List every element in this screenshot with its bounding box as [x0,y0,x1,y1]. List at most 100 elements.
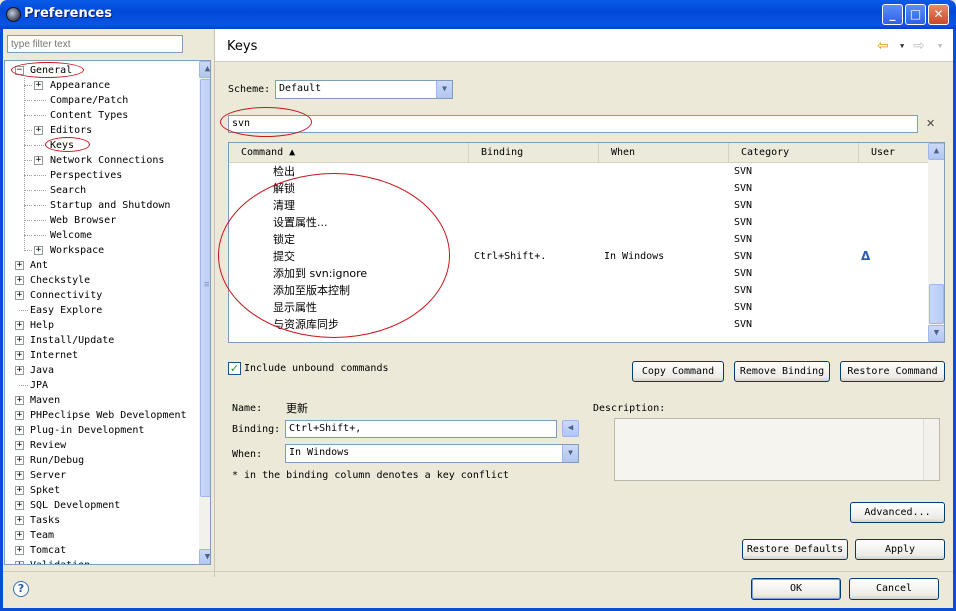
forward-arrow-icon[interactable]: ⇨ [913,38,925,54]
expand-icon[interactable]: + [15,411,24,420]
scroll-up-icon[interactable]: ▲ [199,61,210,78]
advanced-button[interactable]: Advanced... [850,502,945,523]
tree-item-content-types[interactable]: Content Types [5,108,195,123]
tree-item-search[interactable]: Search [5,183,195,198]
tree-item-team[interactable]: + Team [5,528,195,543]
tree-item-welcome[interactable]: Welcome [5,228,195,243]
filter-input[interactable] [7,35,183,53]
expand-icon[interactable]: + [15,456,24,465]
table-row[interactable]: 添加至版本控制 SVN [229,282,927,299]
column-binding[interactable]: Binding [469,143,599,163]
back-dropdown-icon[interactable]: ▼ [900,42,904,50]
back-arrow-icon[interactable]: ⇦ [877,38,889,54]
table-row[interactable]: 提交 Ctrl+Shift+. In Windows SVN Δ [229,248,927,265]
scroll-up-icon[interactable]: ▲ [928,143,944,160]
tree-item-appearance[interactable]: + Appearance [5,78,195,93]
tree-item-server[interactable]: + Server [5,468,195,483]
forward-dropdown-icon[interactable]: ▼ [938,42,942,50]
include-unbound-label[interactable]: Include unbound commands [244,363,389,374]
tree-item-editors[interactable]: + Editors [5,123,195,138]
apply-button[interactable]: Apply [855,539,945,560]
tree-item-tasks[interactable]: + Tasks [5,513,195,528]
chevron-down-icon[interactable]: ▼ [562,445,578,462]
tree-item-compare-patch[interactable]: Compare/Patch [5,93,195,108]
tree-item-phpeclipse-web-development[interactable]: + PHPeclipse Web Development [5,408,195,423]
tree-item-checkstyle[interactable]: + Checkstyle [5,273,195,288]
table-row[interactable]: 添加到 svn:ignore SVN [229,265,927,282]
expand-icon[interactable]: + [15,516,24,525]
tree-scrollbar[interactable]: ▲ ≡ ▼ [199,61,210,564]
expand-icon[interactable]: + [15,351,24,360]
table-row[interactable]: 清理 SVN [229,197,927,214]
expand-icon[interactable]: + [15,276,24,285]
table-row[interactable]: 检出 SVN [229,163,927,180]
table-row[interactable]: 与资源库同步 SVN [229,316,927,333]
tree-item-sql-development[interactable]: + SQL Development [5,498,195,513]
description-text[interactable] [614,418,940,481]
tree-item-web-browser[interactable]: Web Browser [5,213,195,228]
ok-button[interactable]: OK [751,578,841,600]
table-row[interactable]: 设置属性... SVN [229,214,927,231]
close-button[interactable]: ✕ [928,4,949,25]
chevron-down-icon[interactable]: ▼ [436,81,452,98]
tree-item-network-connections[interactable]: + Network Connections [5,153,195,168]
column-command[interactable]: Command ▲ [229,143,469,163]
column-category[interactable]: Category [729,143,859,163]
tree-item-connectivity[interactable]: + Connectivity [5,288,195,303]
expand-icon[interactable]: + [15,426,24,435]
remove-binding-button[interactable]: Remove Binding [734,361,830,382]
tree-item-java[interactable]: + Java [5,363,195,378]
expand-icon[interactable]: + [15,336,24,345]
table-row[interactable]: 解锁 SVN [229,180,927,197]
tree-item-help[interactable]: + Help [5,318,195,333]
expand-icon[interactable]: + [15,501,24,510]
restore-command-button[interactable]: Restore Command [840,361,945,382]
tree-item-tomcat[interactable]: + Tomcat [5,543,195,558]
expand-icon[interactable]: + [15,291,24,300]
maximize-button[interactable]: □ [905,4,926,25]
scheme-select[interactable]: Default ▼ [275,80,453,99]
command-search-input[interactable]: svn [228,115,918,133]
column-when[interactable]: When [599,143,729,163]
copy-command-button[interactable]: Copy Command [632,361,724,382]
tree-item-spket[interactable]: + Spket [5,483,195,498]
scroll-thumb[interactable] [929,284,944,324]
tree-item-internet[interactable]: + Internet [5,348,195,363]
expand-icon[interactable]: + [15,366,24,375]
minimize-button[interactable]: _ [882,4,903,25]
tree-item-run-debug[interactable]: + Run/Debug [5,453,195,468]
expand-icon[interactable]: + [34,246,43,255]
expand-icon[interactable]: + [34,156,43,165]
column-user[interactable]: User [859,143,929,163]
expand-icon[interactable]: + [34,81,43,90]
tree-item-jpa[interactable]: JPA [5,378,195,393]
table-scrollbar[interactable]: ▲ ▼ [928,143,944,342]
expand-icon[interactable]: + [15,546,24,555]
tree-item-workspace[interactable]: + Workspace [5,243,195,258]
scroll-down-icon[interactable]: ▼ [199,549,210,564]
tree-item-install-update[interactable]: + Install/Update [5,333,195,348]
title-bar[interactable]: Preferences _ □ ✕ [0,0,956,29]
table-row[interactable]: 锁定 SVN [229,231,927,248]
expand-icon[interactable]: + [15,471,24,480]
clear-search-icon[interactable]: ✕ [926,117,935,130]
expand-icon[interactable]: + [34,126,43,135]
help-icon[interactable]: ? [13,581,29,597]
expand-icon[interactable]: + [15,261,24,270]
scroll-down-icon[interactable]: ▼ [928,325,944,342]
tree-item-ant[interactable]: + Ant [5,258,195,273]
restore-defaults-button[interactable]: Restore Defaults [742,539,848,560]
include-unbound-checkbox[interactable]: ✓ [228,362,241,375]
expand-icon[interactable]: + [15,441,24,450]
tree-item-validation[interactable]: + Validation [5,558,195,564]
expand-icon[interactable]: + [15,561,24,564]
expand-icon[interactable]: + [15,321,24,330]
expand-icon[interactable]: + [15,486,24,495]
sash[interactable] [214,29,215,577]
tree-item-plug-in-development[interactable]: + Plug-in Development [5,423,195,438]
binding-input[interactable]: Ctrl+Shift+, [285,420,557,438]
tree-item-maven[interactable]: + Maven [5,393,195,408]
cancel-button[interactable]: Cancel [849,578,939,600]
tree-item-startup-and-shutdown[interactable]: Startup and Shutdown [5,198,195,213]
scroll-thumb[interactable]: ≡ [200,79,210,497]
